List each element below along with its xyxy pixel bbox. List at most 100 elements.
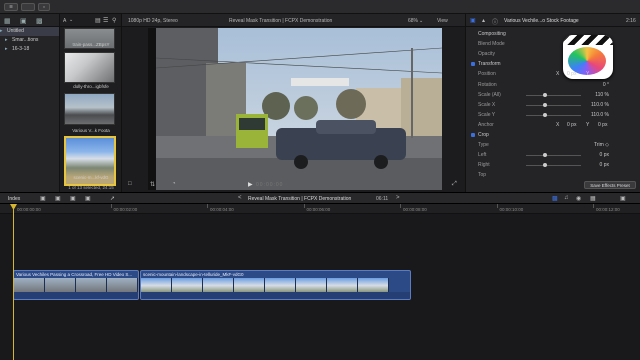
inspector-row-type: Type Trim ◇ xyxy=(466,140,640,150)
x-value[interactable]: 0 px xyxy=(567,120,576,130)
view-menu[interactable]: View xyxy=(437,18,448,24)
x-value[interactable]: 0 px xyxy=(567,69,576,79)
speed-icon[interactable]: ◔ xyxy=(172,181,176,187)
inspector-value[interactable]: 0 px xyxy=(600,160,609,170)
libraries-icon[interactable]: ▦ xyxy=(4,17,11,25)
clip-thumbnail[interactable] xyxy=(64,93,115,125)
chevron-down-icon[interactable]: ⌄ xyxy=(69,17,73,23)
photos-icon[interactable]: ▣ xyxy=(20,17,27,25)
inspector-label: Opacity xyxy=(478,51,495,58)
smart-collection-icon: ▸ xyxy=(5,37,8,43)
audio-inspector-icon[interactable]: ▴ xyxy=(482,17,485,24)
timeline-toolbar: Index ▣ ▣ ▣ ▣ ➚ < Reveal Mask Transition… xyxy=(0,192,640,204)
timeline-clip[interactable]: Various Vechiles Passing a Crossroad, Fr… xyxy=(13,270,139,300)
keyword-button[interactable]: ○ xyxy=(38,3,50,11)
slider-knob[interactable] xyxy=(543,92,547,97)
value-slider[interactable] xyxy=(526,114,581,116)
clip-name: Various Vechiles Passing a Crossroad, Fr… xyxy=(16,272,133,277)
inspector-value[interactable]: 0 px xyxy=(600,150,609,160)
inspector-row-blend-mode: Blend Mode xyxy=(466,39,640,49)
index-button[interactable]: Index xyxy=(8,196,20,202)
y-value[interactable]: 0 px xyxy=(598,120,607,130)
video-frame[interactable] xyxy=(156,28,442,190)
value-slider[interactable] xyxy=(526,104,581,106)
inspector-row-compositing[interactable]: Compositing xyxy=(466,29,640,39)
slider-knob[interactable] xyxy=(543,102,547,107)
background-tasks-button[interactable] xyxy=(21,3,35,11)
clip-caption: Various V...k Foota xyxy=(72,128,110,133)
menu-button[interactable]: ☰ xyxy=(4,3,18,11)
overwrite-clip-icon[interactable]: ▣ xyxy=(85,195,91,202)
connect-clip-icon[interactable]: ▣ xyxy=(40,195,46,202)
inspector-value[interactable]: 110 % xyxy=(595,90,609,100)
fullscreen-icon[interactable]: ⤢ xyxy=(452,181,457,188)
viewer-format: 1080p HD 24p, Stereo xyxy=(128,18,178,24)
playhead[interactable] xyxy=(13,204,14,360)
viewer: 1080p HD 24p, Stereo Reveal Mask Transit… xyxy=(122,14,465,192)
value-slider[interactable] xyxy=(526,155,581,157)
ruler-tick-label: 00:00:00:00 xyxy=(17,207,41,212)
skimming-icon[interactable]: ▩ xyxy=(552,195,558,202)
inspector-label: Anchor xyxy=(478,121,494,128)
inspector-row-scale-all: Scale (All) 110 % xyxy=(466,90,640,100)
value-slider[interactable] xyxy=(526,94,581,96)
timeline-ruler[interactable]: 00:00:00:00 00:00:02:00 00:00:04:00 00:00:0… xyxy=(0,204,640,214)
x-label: X xyxy=(556,121,560,128)
list-view-icon[interactable]: ☰ xyxy=(103,17,108,24)
back-icon[interactable]: < xyxy=(238,195,242,201)
insert-clip-icon[interactable]: ▣ xyxy=(55,195,61,202)
play-icon[interactable]: ▶ xyxy=(248,181,253,188)
film-strip-edge xyxy=(148,28,156,190)
clip-view-icon[interactable]: ▤ xyxy=(95,17,101,24)
inspector-row-position: Position X 0 px Y xyxy=(466,69,640,79)
library-item-smart-collections[interactable]: ▸ Smar...tions xyxy=(0,36,59,45)
libraries-sidebar: ▦ ▣ ▩ ▸ Untitled ▸ Smar...tions ▸ 16-3-18 xyxy=(0,14,60,192)
zoom-level[interactable]: 68% xyxy=(408,18,418,24)
inspector-label: Scale (All) xyxy=(478,91,501,98)
clip-name: scenic-mountain-landscape-in-telluride_M… xyxy=(143,272,244,277)
ruler-tick-label: 00:00:10:00 xyxy=(499,207,524,212)
effects-browser-icon[interactable]: ▣ xyxy=(620,195,626,202)
save-effects-preset-button[interactable]: Save Effects Preset xyxy=(584,181,636,189)
info-inspector-icon[interactable]: ⓘ xyxy=(492,17,498,26)
enable-checkbox[interactable] xyxy=(471,62,475,67)
timeline-duration: 06:11 xyxy=(376,196,389,202)
inspector-row-crop[interactable]: Crop xyxy=(466,130,640,140)
search-icon[interactable]: ⚲ xyxy=(112,17,116,24)
forward-icon[interactable]: > xyxy=(396,195,400,201)
value-slider[interactable] xyxy=(526,165,581,167)
chevron-down-icon[interactable]: ⌄ xyxy=(419,18,423,24)
select-tool-icon[interactable]: ➚ xyxy=(110,195,115,202)
timeline-clip[interactable]: scenic-mountain-landscape-in-telluride_M… xyxy=(140,270,411,300)
inspector-row-transform[interactable]: Transform xyxy=(466,59,640,69)
browser-filter-label[interactable]: A xyxy=(63,18,66,24)
inspector-value[interactable]: 110.0 % xyxy=(591,100,609,110)
library-item-untitled[interactable]: ▸ Untitled xyxy=(0,27,59,36)
inspector-value[interactable]: 110.0 % xyxy=(591,110,609,120)
inspector-label: Position xyxy=(478,71,496,78)
clip-filmstrip xyxy=(14,278,138,293)
enable-checkbox[interactable] xyxy=(471,133,475,137)
transform-icon[interactable]: ⇅ xyxy=(150,181,155,188)
append-clip-icon[interactable]: ▣ xyxy=(70,195,76,202)
slider-knob[interactable] xyxy=(543,153,547,158)
clip-thumbnail[interactable] xyxy=(64,52,115,83)
inspector-label: Compositing xyxy=(478,31,506,37)
timeline-area[interactable]: Various Vechiles Passing a Crossroad, Fr… xyxy=(0,214,640,360)
slider-knob[interactable] xyxy=(543,112,547,117)
inspector-label: Blend Mode xyxy=(478,41,505,48)
ruler-tick-mark xyxy=(400,204,401,208)
x-label: X xyxy=(556,71,560,78)
inspector-label: Top xyxy=(478,172,487,179)
solo-icon[interactable]: ◉ xyxy=(576,195,581,202)
crop-icon[interactable]: □ xyxy=(128,181,132,187)
inspector-value[interactable]: Trim ◇ xyxy=(594,140,609,150)
inspector-value[interactable]: 0 ° xyxy=(603,80,609,90)
library-icon: ▸ xyxy=(0,28,3,34)
slider-knob[interactable] xyxy=(543,163,547,168)
library-item-event[interactable]: ▸ 16-3-18 xyxy=(0,45,59,54)
audio-skimming-icon[interactable]: ♫ xyxy=(564,195,569,201)
titles-icon[interactable]: ▩ xyxy=(36,17,43,25)
clip-appearance-icon[interactable]: ▦ xyxy=(590,195,596,202)
video-inspector-icon[interactable]: ▣ xyxy=(470,17,476,24)
